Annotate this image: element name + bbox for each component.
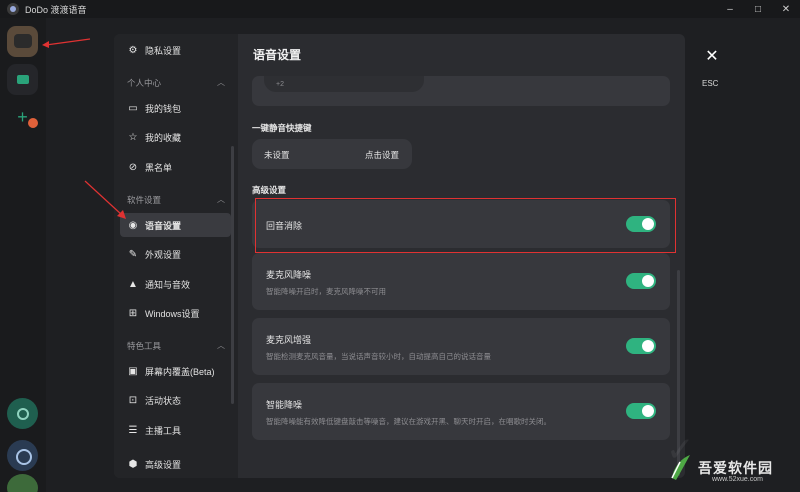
sidebar-item-streamer[interactable]: ☰ 主播工具 — [120, 418, 231, 442]
setting-label: 麦克风增强 — [266, 335, 312, 345]
watermark-leaf-icon — [671, 455, 690, 480]
sidebar-item-notifications[interactable]: ▲ 通知与音效 — [120, 272, 231, 296]
partial-settings-card: +2 — [252, 76, 670, 106]
watermark-url: www.52xue.com — [712, 476, 763, 483]
sidebar-item-favorites[interactable]: ☆ 我的收藏 — [120, 125, 231, 149]
setting-description: 智能降噪能有效降低键盘敲击等噪音，建议在游戏开黑、聊天时开启，在唱歌时关闭。 — [266, 417, 551, 426]
hotkey-value: 未设置 — [264, 150, 290, 160]
appearance-icon: ✎ — [128, 248, 138, 260]
server-rail: + — [0, 18, 46, 492]
setting-label: 麦克风降噪 — [266, 270, 312, 280]
smart-noise-card: 智能降噪 智能降噪能有效降低键盘敲击等噪音，建议在游戏开黑、聊天时开启，在唱歌时… — [252, 383, 670, 440]
setting-label: 智能降噪 — [266, 400, 303, 410]
sidebar-item-label: 外观设置 — [145, 249, 182, 260]
app-logo-icon — [7, 3, 19, 15]
notification-dot — [28, 118, 38, 128]
chevron-up-icon: ︿ — [217, 341, 225, 350]
sidebar-scrollbar[interactable] — [231, 146, 234, 404]
messages-icon[interactable] — [7, 64, 38, 95]
streamer-icon: ☰ — [128, 424, 138, 436]
sidebar-group-personal[interactable]: 个人中心 ︿ — [127, 77, 225, 89]
advanced-icon: ⬢ — [128, 458, 138, 470]
page-title: 语音设置 — [253, 48, 302, 62]
windows-icon: ⊞ — [128, 307, 138, 319]
mute-hotkey-field[interactable]: 未设置 点击设置 — [252, 139, 412, 169]
favorites-icon: ☆ — [128, 131, 138, 143]
privacy-icon: ⚙ — [128, 44, 138, 56]
setting-description: 智能检测麦克风音量，当说话声音较小时，自动提高自己的说话音量 — [266, 352, 491, 361]
mic-noise-card: 麦克风降噪 智能降噪开启时，麦克风降噪不可用 — [252, 253, 670, 310]
window-title: DoDo 渡渡语音 — [25, 4, 87, 15]
chevron-up-icon: ︿ — [217, 78, 225, 87]
sidebar-item-overlay[interactable]: ▣ 屏幕内覆盖(Beta) — [120, 359, 231, 383]
chevron-up-icon: ︿ — [217, 195, 225, 204]
mic-boost-card: 麦克风增强 智能检测麦克风音量，当说话声音较小时，自动提高自己的说话音量 — [252, 318, 670, 375]
sidebar-item-label: 我的钱包 — [145, 103, 182, 114]
advanced-section-label: 高级设置 — [252, 185, 287, 195]
settings-sidebar: ⚙ 隐私设置 个人中心 ︿ ▭ 我的钱包 ☆ 我的收藏 ⊘ 黑名单 软件设置 ︿ ◉… — [114, 34, 238, 478]
esc-label: ESC — [702, 79, 719, 88]
arrow-annotation-icon — [42, 38, 91, 48]
steam-server-icon[interactable] — [7, 440, 38, 471]
user-avatar[interactable] — [7, 26, 38, 57]
arrow-annotation-icon — [84, 180, 126, 219]
sidebar-item-label: 活动状态 — [145, 395, 182, 406]
wallet-icon: ▭ — [128, 102, 138, 114]
sidebar-item-wallet[interactable]: ▭ 我的钱包 — [120, 96, 231, 120]
sidebar-item-label: 黑名单 — [145, 162, 173, 173]
sidebar-item-label: Windows设置 — [145, 308, 200, 319]
sidebar-item-label: 语音设置 — [145, 220, 182, 231]
title-bar: DoDo 渡渡语音 – □ ✕ — [0, 0, 800, 18]
set-hotkey-button[interactable]: 点击设置 — [365, 149, 399, 161]
maximize-button[interactable]: □ — [744, 0, 772, 18]
highlight-box — [255, 198, 676, 253]
overlay-icon: ▣ — [128, 365, 138, 377]
settings-modal: ⚙ 隐私设置 个人中心 ︿ ▭ 我的钱包 ☆ 我的收藏 ⊘ 黑名单 软件设置 ︿ ◉… — [114, 34, 685, 478]
sidebar-item-blacklist[interactable]: ⊘ 黑名单 — [120, 155, 231, 179]
sidebar-item-voice[interactable]: ◉ 语音设置 — [120, 213, 231, 237]
sidebar-item-privacy[interactable]: ⚙ 隐私设置 — [120, 38, 231, 62]
setting-description: 智能降噪开启时，麦克风降噪不可用 — [266, 287, 386, 296]
close-window-button[interactable]: ✕ — [772, 0, 800, 18]
sidebar-item-activity[interactable]: ⊡ 活动状态 — [120, 388, 231, 412]
sidebar-group-tools[interactable]: 特色工具 ︿ — [127, 340, 225, 352]
sidebar-item-windows[interactable]: ⊞ Windows设置 — [120, 301, 231, 325]
sidebar-item-label: 高级设置 — [145, 459, 182, 470]
sidebar-group-software[interactable]: 软件设置 ︿ — [127, 194, 225, 206]
mic-noise-toggle[interactable] — [626, 273, 656, 289]
sidebar-item-label: 隐私设置 — [145, 45, 182, 56]
gamepad-icon: ⊡ — [128, 394, 138, 406]
app-server-icon[interactable] — [7, 474, 38, 492]
discover-icon[interactable] — [7, 398, 38, 429]
watermark-text: 吾爱软件园 — [698, 460, 773, 476]
sidebar-item-appearance[interactable]: ✎ 外观设置 — [120, 242, 231, 266]
mic-boost-toggle[interactable] — [626, 338, 656, 354]
hotkey-section-label: 一键静音快捷键 — [252, 123, 312, 133]
sidebar-item-label: 我的收藏 — [145, 132, 182, 143]
sidebar-item-label: 主播工具 — [145, 425, 182, 436]
blacklist-icon: ⊘ — [128, 161, 138, 173]
sidebar-item-advanced[interactable]: ⬢ 高级设置 — [120, 452, 231, 476]
minimize-button[interactable]: – — [716, 0, 744, 18]
close-icon[interactable]: ✕ — [698, 42, 726, 70]
sidebar-item-label: 通知与音效 — [145, 279, 191, 290]
smart-noise-toggle[interactable] — [626, 403, 656, 419]
sidebar-item-label: 屏幕内覆盖(Beta) — [145, 366, 215, 377]
partial-card-value[interactable]: +2 — [264, 76, 424, 92]
bell-icon: ▲ — [128, 278, 138, 290]
